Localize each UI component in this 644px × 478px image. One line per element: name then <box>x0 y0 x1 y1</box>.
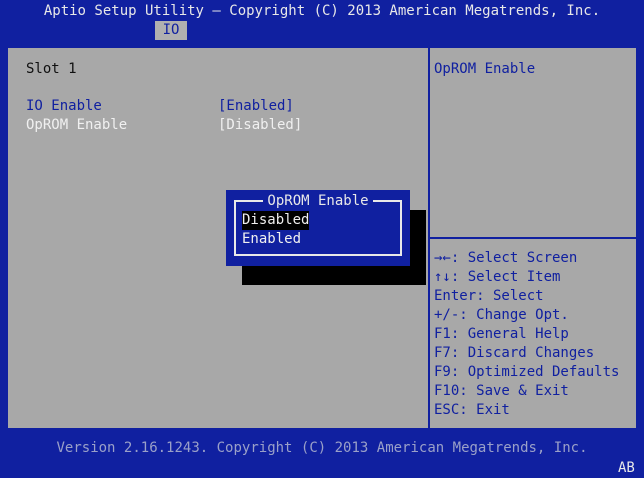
io-enable-label[interactable]: IO Enable <box>26 97 102 116</box>
footer-version: Version 2.16.1243. Copyright (C) 2013 Am… <box>56 440 588 456</box>
help-key-select-item: ↑↓: Select Item <box>434 269 561 285</box>
help-key-change-opt: +/-: Change Opt. <box>434 307 569 323</box>
tab-io[interactable]: IO <box>155 21 187 40</box>
io-enable-value[interactable]: [Enabled] <box>218 97 294 116</box>
help-key-f1: F1: General Help <box>434 326 569 342</box>
option-disabled[interactable]: Disabled <box>242 211 310 230</box>
window-title: Aptio Setup Utility – Copyright (C) 2013… <box>43 3 601 19</box>
help-key-esc: ESC: Exit <box>434 402 510 418</box>
oprom-enable-label[interactable]: OpROM Enable <box>26 116 127 135</box>
help-key-select-screen: →←: Select Screen <box>434 250 578 266</box>
oprom-enable-popup: OpROM Enable Disabled Enabled <box>226 190 410 266</box>
oprom-enable-value[interactable]: [Disabled] <box>218 116 302 135</box>
help-key-f7: F7: Discard Changes <box>434 345 595 361</box>
help-divider <box>430 237 638 239</box>
help-description: OpROM Enable <box>434 61 536 77</box>
popup-title-text: OpROM Enable <box>263 193 373 209</box>
help-key-f9: F9: Optimized Defaults <box>434 364 620 380</box>
popup-title: OpROM Enable <box>226 192 410 211</box>
footer-badge: AB <box>618 460 635 476</box>
help-key-enter: Enter: Select <box>434 288 544 304</box>
section-title: Slot 1 <box>26 61 77 77</box>
help-key-f10: F10: Save & Exit <box>434 383 569 399</box>
option-enabled[interactable]: Enabled <box>242 230 301 249</box>
